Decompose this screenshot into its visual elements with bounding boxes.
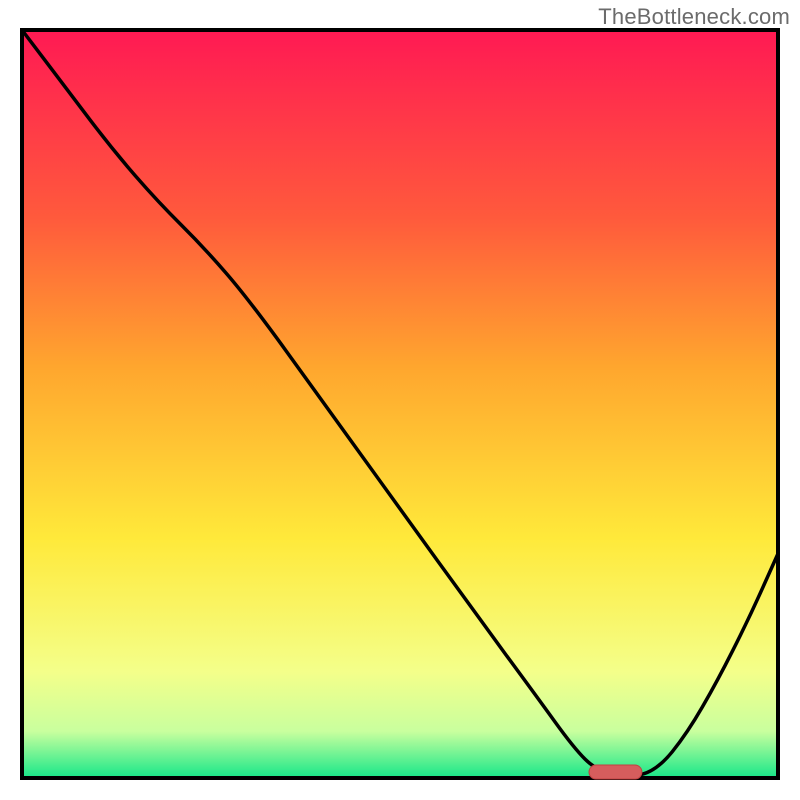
watermark-text: TheBottleneck.com <box>598 4 790 30</box>
gradient-background <box>24 32 776 776</box>
chart-container: TheBottleneck.com <box>0 0 800 800</box>
bottleneck-chart <box>0 0 800 800</box>
optimal-marker <box>589 765 642 779</box>
